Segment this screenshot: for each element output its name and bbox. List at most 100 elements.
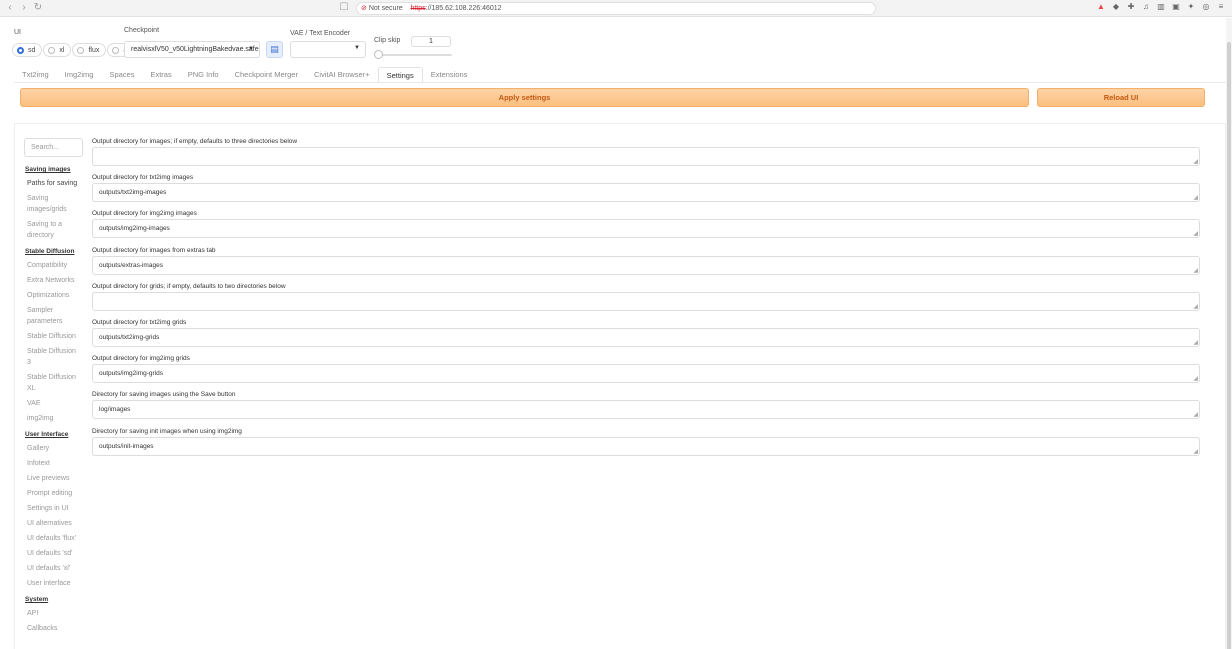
wallet-icon[interactable]: ▣ xyxy=(1171,2,1181,12)
scrollbar-thumb[interactable] xyxy=(1227,42,1231,649)
ui-radio-xl[interactable]: xl xyxy=(43,43,72,57)
sidebar-item[interactable]: UI defaults 'flux' xyxy=(22,531,84,546)
sidebar-item[interactable]: VAE xyxy=(22,396,84,411)
resize-handle-icon[interactable]: ◢ xyxy=(1193,159,1198,165)
reload-icon[interactable]: ↻ xyxy=(32,2,44,14)
security-warning-icon[interactable]: ⊘ xyxy=(361,5,367,12)
setting-textbox[interactable]: ◢ xyxy=(92,291,1200,311)
apply-settings-button[interactable]: Apply settings xyxy=(20,88,1029,107)
sidebar-item[interactable]: Sampler parameters xyxy=(22,303,84,329)
sidebar-item[interactable]: Callbacks xyxy=(22,621,84,636)
tab-settings[interactable]: Settings xyxy=(377,67,423,83)
tab-civitai-browser-[interactable]: CivitAI Browser+ xyxy=(306,67,378,83)
brave-rewards-icon[interactable]: ▲ xyxy=(1096,2,1106,12)
ui-radio-sd[interactable]: sd xyxy=(12,43,43,57)
back-icon[interactable]: ‹ xyxy=(4,2,16,14)
radio-dot-icon xyxy=(77,46,85,54)
sidebar-item[interactable]: Gallery xyxy=(22,441,84,456)
setting-label: Output directory for images; if empty, d… xyxy=(92,138,298,145)
media-icon[interactable]: ♫ xyxy=(1141,2,1151,12)
ui-radio-flux[interactable]: flux xyxy=(72,43,107,57)
tab-extras[interactable]: Extras xyxy=(142,67,179,83)
security-label[interactable]: Not secure xyxy=(369,5,403,12)
page-scrollbar[interactable] xyxy=(1226,18,1232,649)
sidebar-item[interactable]: UI defaults 'sd' xyxy=(22,546,84,561)
sidebar-item[interactable]: Prompt editing xyxy=(22,486,84,501)
sidebar-icon[interactable]: ▥ xyxy=(1156,2,1166,12)
sidebar-item[interactable]: Live previews xyxy=(22,471,84,486)
resize-handle-icon[interactable]: ◢ xyxy=(1193,268,1198,274)
sidebar-section[interactable]: Stable Diffusion xyxy=(22,245,84,258)
setting-label: Directory for saving init images when us… xyxy=(92,427,242,435)
sidebar-item[interactable]: UI defaults 'xl' xyxy=(22,561,84,576)
vae-select[interactable]: ▼ xyxy=(290,41,366,58)
puzzle-icon[interactable]: ✚ xyxy=(1126,2,1136,12)
sidebar-section[interactable]: User Interface xyxy=(22,428,84,441)
setting-field: Output directory for txt2img grids output… xyxy=(92,317,1200,353)
resize-handle-icon[interactable]: ◢ xyxy=(1193,376,1198,382)
setting-textbox[interactable]: outputs/txt2img-images ◢ xyxy=(92,183,1200,203)
menu-icon[interactable]: ≡ xyxy=(1216,2,1226,12)
refresh-checkpoint-button[interactable]: ▤ xyxy=(266,41,283,58)
tab-checkpoint-merger[interactable]: Checkpoint Merger xyxy=(227,67,306,83)
resize-handle-icon[interactable]: ◢ xyxy=(1193,304,1198,310)
radio-dot-icon xyxy=(48,46,56,54)
clip-skip-input[interactable]: 1 xyxy=(411,36,451,47)
extension-icon[interactable]: ◆ xyxy=(1111,2,1121,12)
resize-handle-icon[interactable]: ◢ xyxy=(1193,195,1198,201)
sidebar-item[interactable]: Paths for saving xyxy=(22,176,84,191)
resize-handle-icon[interactable]: ◢ xyxy=(1193,340,1198,346)
checkpoint-label: Checkpoint xyxy=(124,27,160,34)
tab-png-info[interactable]: PNG Info xyxy=(180,67,227,83)
leo-icon[interactable]: ✦ xyxy=(1186,2,1196,12)
sidebar-item[interactable]: Stable Diffusion XL xyxy=(22,370,84,396)
bookmark-icon[interactable]: ☐ xyxy=(338,2,350,14)
address-bar[interactable]: ⊘ Not secure https://185.62.108.226:4601… xyxy=(356,2,876,15)
sidebar-item[interactable]: Saving to a directory xyxy=(22,217,84,243)
sidebar-item[interactable]: Optimizations xyxy=(22,288,84,303)
vpn-icon[interactable]: ◎ xyxy=(1201,2,1211,12)
setting-textbox[interactable]: outputs/img2img-images ◢ xyxy=(92,219,1200,239)
tab-extensions[interactable]: Extensions xyxy=(423,67,476,83)
sidebar-item[interactable]: API xyxy=(22,606,84,621)
setting-value: outputs/extras-images xyxy=(99,261,163,269)
clip-skip-slider-thumb[interactable] xyxy=(374,50,383,59)
settings-search-input[interactable]: Search... xyxy=(24,138,83,157)
setting-label: Output directory for txt2img images xyxy=(92,174,194,182)
setting-field: Output directory for txt2img images outpu… xyxy=(92,172,1200,208)
sidebar-item[interactable]: Stable Diffusion 3 xyxy=(22,344,84,370)
setting-textbox[interactable]: outputs/img2img-grids ◢ xyxy=(92,364,1200,384)
setting-textbox[interactable]: ◢ xyxy=(92,147,1200,166)
sidebar-item[interactable]: Stable Diffusion xyxy=(22,329,84,344)
forward-icon[interactable]: › xyxy=(18,2,30,14)
radio-dot-icon xyxy=(17,46,24,54)
setting-textbox[interactable]: outputs/extras-images ◢ xyxy=(92,255,1200,275)
url-text: ://185.62.108.226:46012 xyxy=(425,5,502,12)
checkpoint-select[interactable]: realvisxlV50_v50LightningBakedvae.safe ▼ xyxy=(124,41,260,58)
setting-value: outputs/txt2img-images xyxy=(99,189,167,197)
resize-handle-icon[interactable]: ◢ xyxy=(1193,449,1198,455)
settings-sidebar: Saving images Paths for saving Saving imag… xyxy=(22,161,84,636)
setting-label: Output directory for images from extras … xyxy=(92,246,216,254)
tab-spaces[interactable]: Spaces xyxy=(101,67,142,83)
sidebar-item[interactable]: UI alternatives xyxy=(22,516,84,531)
sidebar-item[interactable]: User interface xyxy=(22,576,84,591)
extension-toolbar: ▲ ◆ ✚ ♫ ▥ ▣ ✦ ◎ ≡ xyxy=(1096,2,1226,15)
sidebar-section[interactable]: System xyxy=(22,593,84,606)
sidebar-item[interactable]: img2img xyxy=(22,411,84,426)
setting-textbox[interactable]: outputs/txt2img-grids ◢ xyxy=(92,327,1200,347)
reload-ui-button[interactable]: Reload UI xyxy=(1037,88,1205,107)
sidebar-item[interactable]: Settings in UI xyxy=(22,501,84,516)
sidebar-item[interactable]: Infotext xyxy=(22,456,84,471)
sidebar-section[interactable]: Saving images xyxy=(22,163,84,176)
resize-handle-icon[interactable]: ◢ xyxy=(1193,412,1198,418)
tab-txt2img[interactable]: Txt2img xyxy=(14,67,57,83)
sidebar-item[interactable]: Extra Networks xyxy=(22,273,84,288)
sidebar-item[interactable]: Compatibility xyxy=(22,258,84,273)
setting-textbox[interactable]: outputs/init-images ◢ xyxy=(92,436,1200,456)
clip-skip-slider-track[interactable] xyxy=(378,54,452,56)
sidebar-item[interactable]: Saving images/grids xyxy=(22,191,84,217)
setting-textbox[interactable]: log/images ◢ xyxy=(92,400,1200,420)
tab-img2img[interactable]: Img2img xyxy=(57,67,102,83)
resize-handle-icon[interactable]: ◢ xyxy=(1193,231,1198,237)
